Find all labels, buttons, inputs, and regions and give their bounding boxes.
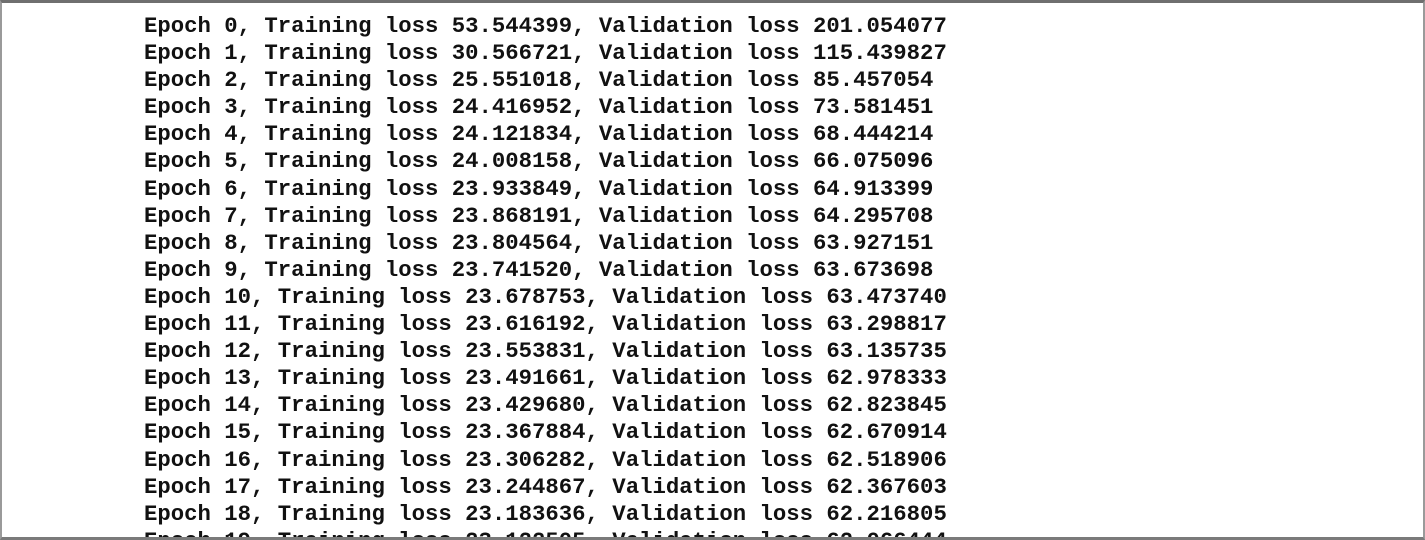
training-log: Epoch 0, Training loss 53.544399, Valida… [144,13,947,537]
log-line-epoch-5: Epoch 5, Training loss 24.008158, Valida… [144,148,934,175]
log-line-epoch-9: Epoch 9, Training loss 23.741520, Valida… [144,256,934,283]
log-line-epoch-16: Epoch 16, Training loss 23.306282, Valid… [144,446,947,473]
log-line-epoch-15: Epoch 15, Training loss 23.367884, Valid… [144,419,947,446]
log-line-epoch-10: Epoch 10, Training loss 23.678753, Valid… [144,283,947,310]
log-line-epoch-17: Epoch 17, Training loss 23.244867, Valid… [144,473,947,500]
terminal-output-panel: Epoch 0, Training loss 53.544399, Valida… [0,0,1425,540]
log-line-epoch-4: Epoch 4, Training loss 24.121834, Valida… [144,121,934,148]
log-line-epoch-19: Epoch 19, Training loss 23.122505, Valid… [144,528,947,537]
log-line-epoch-13: Epoch 13, Training loss 23.491661, Valid… [144,365,947,392]
log-line-epoch-14: Epoch 14, Training loss 23.429680, Valid… [144,392,947,419]
log-line-epoch-7: Epoch 7, Training loss 23.868191, Valida… [144,202,934,229]
log-line-epoch-3: Epoch 3, Training loss 24.416952, Valida… [144,94,934,121]
log-line-epoch-12: Epoch 12, Training loss 23.553831, Valid… [144,338,947,365]
log-line-epoch-0: Epoch 0, Training loss 53.544399, Valida… [144,13,947,39]
log-line-epoch-2: Epoch 2, Training loss 25.551018, Valida… [144,67,934,94]
log-line-epoch-6: Epoch 6, Training loss 23.933849, Valida… [144,175,934,202]
log-line-epoch-1: Epoch 1, Training loss 30.566721, Valida… [144,40,947,67]
log-line-epoch-8: Epoch 8, Training loss 23.804564, Valida… [144,229,934,256]
log-line-epoch-11: Epoch 11, Training loss 23.616192, Valid… [144,311,947,338]
log-line-epoch-18: Epoch 18, Training loss 23.183636, Valid… [144,500,947,527]
